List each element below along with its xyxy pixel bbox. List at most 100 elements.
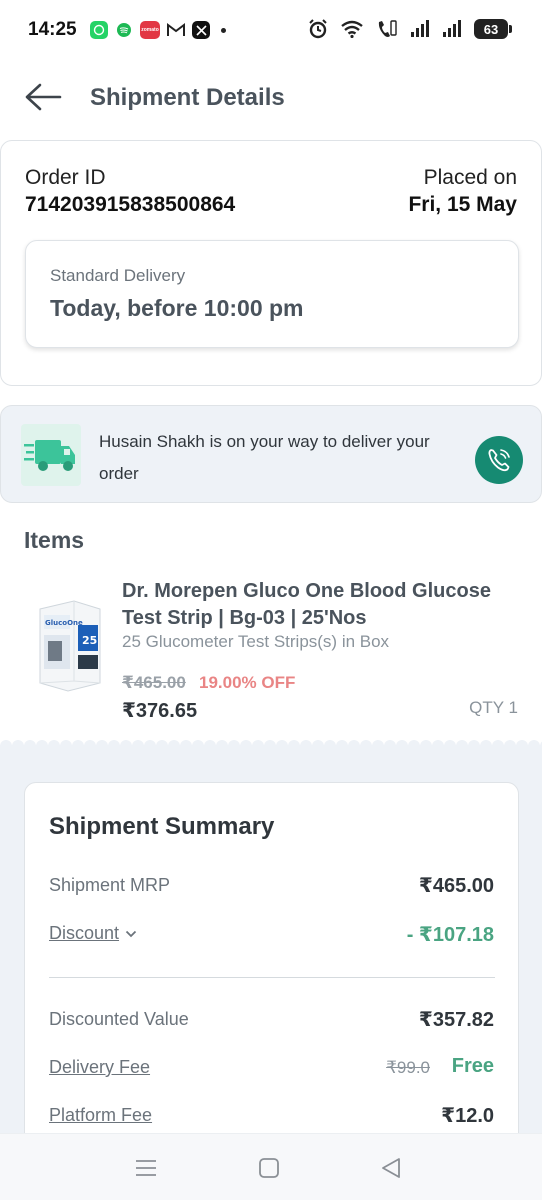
delivery-fee-label[interactable]: Delivery Fee bbox=[49, 1057, 150, 1078]
order-id-label: Order ID bbox=[25, 166, 106, 189]
menu-icon bbox=[136, 1160, 156, 1176]
scallop-bump bbox=[516, 740, 528, 752]
delivery-fee-value: Free bbox=[451, 1055, 494, 1077]
scallop-bump bbox=[204, 740, 216, 752]
discount-label: Discount bbox=[49, 923, 120, 943]
scallop-bump bbox=[360, 740, 372, 752]
back-arrow-icon bbox=[25, 83, 62, 111]
scallop-bump bbox=[504, 740, 516, 752]
scallop-bump bbox=[396, 740, 408, 752]
scallop-bump bbox=[240, 740, 252, 752]
notification-icons: zomato bbox=[90, 21, 226, 39]
delivery-estimate-box: Standard Delivery Today, before 10:00 pm bbox=[25, 240, 519, 348]
scallop-bump bbox=[372, 740, 384, 752]
placed-on-value: Fri, 15 May bbox=[408, 193, 517, 216]
scallop-bump bbox=[492, 740, 504, 752]
scallop-bump bbox=[216, 740, 228, 752]
scallop-bump bbox=[120, 740, 132, 752]
zomato-icon: zomato bbox=[140, 21, 160, 39]
shipment-mrp-value: ₹465.00 bbox=[418, 875, 494, 897]
delivery-fee-original: ₹99.0 bbox=[386, 1058, 430, 1077]
scallop-bump bbox=[48, 740, 60, 752]
items-heading: Items bbox=[24, 527, 85, 553]
courier-message: Husain Shakh is on your way to deliver y… bbox=[99, 432, 430, 483]
more-notifications-dot bbox=[221, 27, 226, 33]
discount-toggle[interactable]: Discount bbox=[49, 923, 137, 944]
scallop-bump bbox=[144, 740, 156, 752]
page-title: Shipment Details bbox=[90, 84, 285, 111]
nav-back-button[interactable] bbox=[377, 1154, 407, 1182]
x-icon bbox=[192, 21, 210, 39]
discount-value: - ₹107.18 bbox=[406, 924, 494, 946]
order-info-card: Order ID 714203915838500864 Placed on Fr… bbox=[0, 140, 542, 386]
scallop-bump bbox=[156, 740, 168, 752]
scallop-bump bbox=[168, 740, 180, 752]
platform-fee-value: ₹12.0 bbox=[441, 1105, 494, 1127]
product-variant: 25 Glucometer Test Strips(s) in Box bbox=[122, 632, 390, 651]
system-icons: 63 bbox=[308, 19, 512, 39]
product-name[interactable]: Dr. Morepen Gluco One Blood Glucose Test… bbox=[122, 578, 522, 632]
wifi-icon bbox=[341, 20, 363, 38]
scallop-bump bbox=[0, 740, 12, 752]
volte-call-icon bbox=[378, 20, 397, 37]
status-time: 14:25 bbox=[28, 19, 77, 40]
scallop-bump bbox=[348, 740, 360, 752]
delivery-time: Today, before 10:00 pm bbox=[50, 295, 304, 321]
chevron-down-icon bbox=[125, 931, 137, 938]
status-bar: 14:25 zomato 63 bbox=[0, 0, 542, 62]
scallop-bump bbox=[132, 740, 144, 752]
back-button[interactable] bbox=[24, 82, 62, 112]
courier-banner: Husain Shakh is on your way to deliver y… bbox=[0, 405, 542, 503]
system-nav-bar bbox=[0, 1133, 542, 1200]
gmail-icon bbox=[167, 21, 185, 39]
scallop-bump bbox=[84, 740, 96, 752]
product-image[interactable]: GlucoOne 25 bbox=[30, 595, 106, 695]
scallop-bump bbox=[480, 740, 492, 752]
scallop-bump bbox=[276, 740, 288, 752]
home-button[interactable] bbox=[254, 1154, 284, 1182]
scallop-bump bbox=[180, 740, 192, 752]
scallop-bump bbox=[456, 740, 468, 752]
discounted-value: ₹357.82 bbox=[418, 1009, 494, 1031]
scallop-bump bbox=[192, 740, 204, 752]
delivery-type: Standard Delivery bbox=[50, 266, 186, 285]
scallop-bump bbox=[432, 740, 444, 752]
alarm-icon bbox=[309, 19, 327, 39]
scallop-bump bbox=[264, 740, 276, 752]
product-mrp: ₹465.00 bbox=[122, 673, 186, 692]
scallop-bump bbox=[324, 740, 336, 752]
platform-fee-label[interactable]: Platform Fee bbox=[49, 1105, 152, 1126]
discounted-value-label: Discounted Value bbox=[49, 1009, 189, 1029]
scallop-bump bbox=[312, 740, 324, 752]
box-count-text: 25 bbox=[82, 634, 97, 647]
battery-icon: 63 bbox=[474, 19, 512, 39]
summary-divider bbox=[49, 977, 495, 978]
delivery-truck-icon bbox=[21, 424, 81, 486]
shipment-mrp-label: Shipment MRP bbox=[49, 875, 171, 895]
scallop-bump bbox=[336, 740, 348, 752]
call-courier-button[interactable] bbox=[475, 436, 523, 484]
spotify-icon bbox=[115, 21, 133, 39]
phone-icon bbox=[488, 449, 510, 472]
scallop-bump bbox=[468, 740, 480, 752]
box-brand-text: GlucoOne bbox=[45, 619, 83, 627]
home-square-icon bbox=[259, 1158, 279, 1178]
signal-1-icon bbox=[411, 20, 429, 37]
scallop-bump bbox=[72, 740, 84, 752]
whatsapp-icon bbox=[90, 21, 108, 39]
recents-button[interactable] bbox=[131, 1154, 161, 1182]
scallop-bump bbox=[444, 740, 456, 752]
order-id-value: 714203915838500864 bbox=[25, 193, 236, 216]
scallop-bump bbox=[108, 740, 120, 752]
signal-2-icon bbox=[443, 20, 461, 37]
scallop-bump bbox=[384, 740, 396, 752]
scallop-bump bbox=[288, 740, 300, 752]
scallop-bump bbox=[24, 740, 36, 752]
scallop-bump bbox=[12, 740, 24, 752]
scallop-bump bbox=[408, 740, 420, 752]
battery-level: 63 bbox=[483, 21, 499, 37]
app-header: Shipment Details bbox=[0, 62, 542, 134]
scallop-bump bbox=[528, 740, 540, 752]
zomato-label: zomato bbox=[141, 27, 159, 33]
product-price: ₹376.65 bbox=[122, 700, 198, 722]
